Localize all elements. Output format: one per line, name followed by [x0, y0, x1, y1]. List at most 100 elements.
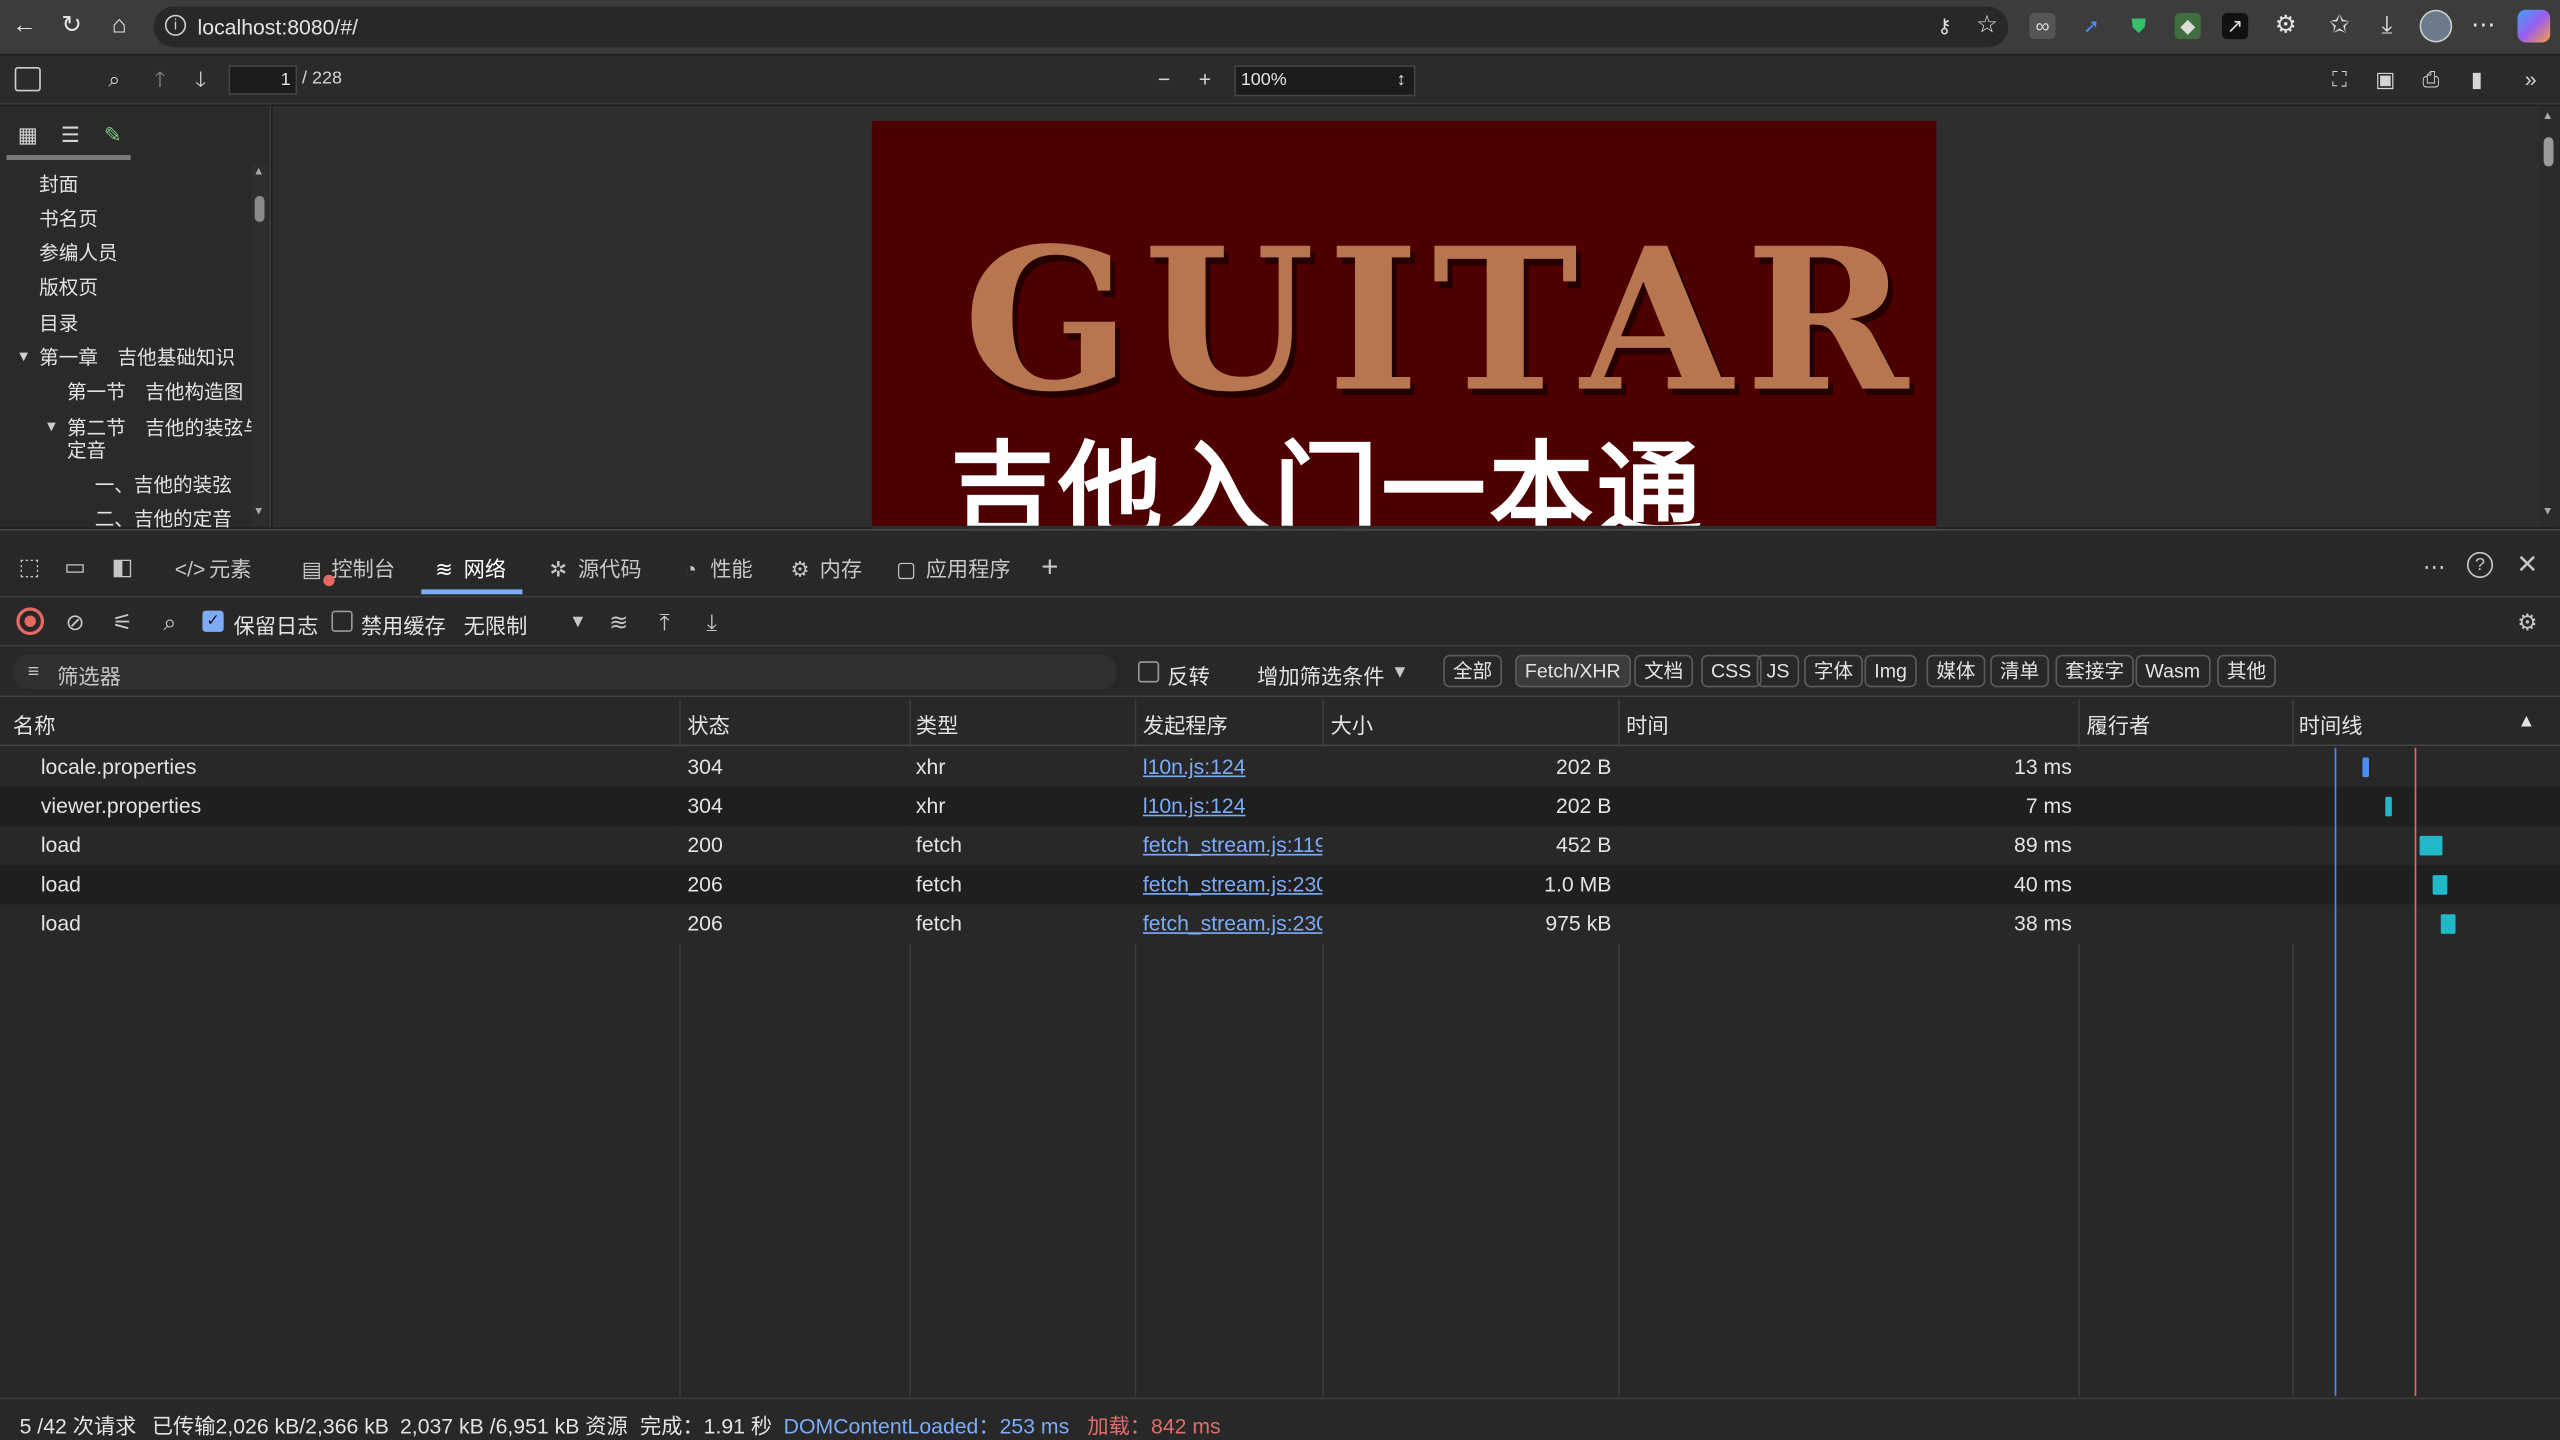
home-icon[interactable]: ⌂: [103, 10, 136, 43]
outline-item[interactable]: 版权页: [39, 273, 98, 301]
chip-manifest[interactable]: 清单: [1990, 654, 2050, 688]
clear-icon[interactable]: ⊘: [60, 607, 89, 636]
chevron-down-icon[interactable]: ▼: [563, 607, 592, 636]
extension-icon[interactable]: ∞: [2029, 13, 2056, 40]
export-har-icon[interactable]: ⤓: [697, 607, 726, 636]
invert-checkbox[interactable]: [1137, 661, 1160, 683]
shield-icon[interactable]: ⛊: [2126, 13, 2152, 39]
row-initiator[interactable]: fetch_stream.js:119: [1143, 833, 1323, 857]
key-icon[interactable]: ⚷: [1928, 10, 1961, 43]
col-name[interactable]: 名称: [13, 709, 55, 740]
outline-item[interactable]: 封面: [39, 170, 78, 198]
chip-wasm[interactable]: Wasm: [2135, 654, 2210, 688]
search-icon[interactable]: ⌕: [155, 607, 184, 636]
outline-item[interactable]: 目录: [39, 309, 78, 337]
add-tab-icon[interactable]: +: [1035, 552, 1064, 581]
tab-application[interactable]: ▢ 应用程序: [891, 552, 1011, 585]
sidebar-scroll-thumb[interactable]: [254, 195, 265, 223]
more-icon[interactable]: ⋯: [2467, 10, 2500, 43]
viewer-scrollbar[interactable]: [2540, 106, 2560, 528]
search-icon[interactable]: ⌕: [100, 65, 129, 94]
device-toolbar-icon[interactable]: ▭: [60, 552, 89, 581]
previous-page-icon[interactable]: 🡑: [145, 65, 174, 94]
preserve-log-checkbox[interactable]: ✓: [202, 610, 224, 632]
col-status[interactable]: 状态: [687, 709, 729, 740]
extension-icon-2[interactable]: ◆: [2174, 13, 2201, 40]
outline-item[interactable]: 书名页: [39, 204, 98, 232]
col-type[interactable]: 类型: [916, 709, 958, 740]
chip-doc[interactable]: 文档: [1634, 654, 1694, 688]
chip-img[interactable]: Img: [1864, 654, 1917, 688]
row-initiator[interactable]: l10n.js:124: [1143, 754, 1323, 778]
copilot-icon[interactable]: [2517, 9, 2551, 43]
import-har-icon[interactable]: ⤒: [650, 607, 679, 636]
collapse-triangle-icon[interactable]: ▼: [44, 418, 59, 434]
col-waterfall[interactable]: 时间线: [2299, 709, 2363, 740]
site-info-icon[interactable]: i: [164, 14, 187, 36]
open-file-icon[interactable]: ▣: [2371, 65, 2400, 94]
download-icon[interactable]: ⤓: [2371, 10, 2404, 43]
outline-item[interactable]: 第一节 吉他构造图: [67, 377, 243, 405]
chip-socket[interactable]: 套接字: [2055, 654, 2134, 688]
outline-item[interactable]: 参编人员: [39, 238, 117, 266]
chip-other[interactable]: 其他: [2217, 654, 2276, 688]
chip-all[interactable]: 全部: [1443, 654, 1503, 688]
outline-item[interactable]: 第一章 吉他基础知识: [39, 343, 235, 371]
scroll-up-icon[interactable]: ▲: [2542, 111, 2553, 122]
tools-menu-icon[interactable]: »: [2516, 65, 2545, 94]
chip-fetch-xhr[interactable]: Fetch/XHR: [1515, 654, 1631, 688]
tab-memory[interactable]: ⚙ 内存: [785, 552, 862, 585]
star-icon[interactable]: ☆: [1971, 10, 2004, 43]
extension-chart-icon[interactable]: ↗: [2222, 13, 2249, 40]
zoom-in-button[interactable]: +: [1190, 65, 1219, 94]
outline-icon[interactable]: ☰: [52, 118, 88, 154]
row-initiator[interactable]: l10n.js:124: [1143, 793, 1323, 817]
row-initiator[interactable]: fetch_stream.js:230: [1143, 872, 1323, 896]
chip-css[interactable]: CSS: [1701, 654, 1762, 688]
network-conditions-icon[interactable]: ≋: [604, 607, 633, 636]
close-devtools-icon[interactable]: ✕: [2513, 552, 2542, 581]
throttle-select[interactable]: 无限制: [464, 609, 528, 640]
next-page-icon[interactable]: 🡓: [186, 65, 215, 94]
scroll-down-icon[interactable]: ▼: [2542, 506, 2553, 517]
col-size[interactable]: 大小: [1331, 709, 1373, 740]
presentation-mode-icon[interactable]: ⛶: [2325, 65, 2354, 94]
attachments-icon[interactable]: ✎: [95, 118, 131, 154]
tab-console[interactable]: ▤ 控制台: [297, 552, 395, 585]
avatar[interactable]: [2419, 9, 2453, 43]
settings-gear-icon[interactable]: ⚙: [2513, 607, 2542, 636]
back-icon[interactable]: ←: [8, 10, 41, 43]
outline-item[interactable]: 定音: [67, 436, 106, 464]
chip-font[interactable]: 字体: [1804, 654, 1863, 688]
bookmark-icon[interactable]: ▮: [2462, 65, 2491, 94]
favorites-icon[interactable]: ✩: [2323, 10, 2356, 43]
sidebar-toggle-icon[interactable]: [14, 66, 41, 92]
filter-input[interactable]: [13, 654, 1117, 689]
collapse-triangle-icon[interactable]: ▼: [16, 348, 31, 364]
chip-media[interactable]: 媒体: [1926, 654, 1986, 688]
tab-performance[interactable]: ◔ 性能: [676, 552, 752, 585]
zoom-select[interactable]: 100% ↕: [1234, 65, 1416, 97]
scroll-up-icon[interactable]: ▲: [253, 167, 264, 178]
inspect-element-icon[interactable]: ⬚: [15, 552, 44, 581]
extensions-puzzle-icon[interactable]: ⚙: [2269, 10, 2302, 43]
outline-item[interactable]: 一、吉他的装弦: [95, 470, 232, 498]
chip-js[interactable]: JS: [1756, 654, 1800, 688]
more-options-icon[interactable]: ⋯: [2420, 552, 2449, 581]
col-time[interactable]: 时间: [1626, 709, 1668, 740]
print-icon[interactable]: ⎙: [2416, 65, 2445, 94]
col-initiator[interactable]: 发起程序: [1143, 709, 1228, 740]
disable-cache-checkbox[interactable]: [331, 610, 353, 632]
sort-ascending-icon[interactable]: ▲: [2518, 712, 2536, 732]
zoom-out-button[interactable]: −: [1149, 65, 1178, 94]
more-filters-dropdown[interactable]: 增加筛选条件: [1257, 660, 1384, 691]
row-initiator[interactable]: fetch_stream.js:230: [1143, 911, 1323, 935]
thumbnails-icon[interactable]: ▦: [10, 118, 46, 154]
col-fulfilled-by[interactable]: 履行者: [2087, 709, 2151, 740]
scroll-down-icon[interactable]: ▼: [253, 506, 264, 517]
tab-sources[interactable]: ✲ 源代码: [544, 552, 641, 585]
tab-elements[interactable]: </> 元素: [175, 552, 252, 585]
reload-icon[interactable]: ↻: [56, 10, 89, 43]
help-icon[interactable]: ?: [2466, 551, 2494, 578]
chevron-down-icon[interactable]: ▼: [1391, 663, 1409, 683]
